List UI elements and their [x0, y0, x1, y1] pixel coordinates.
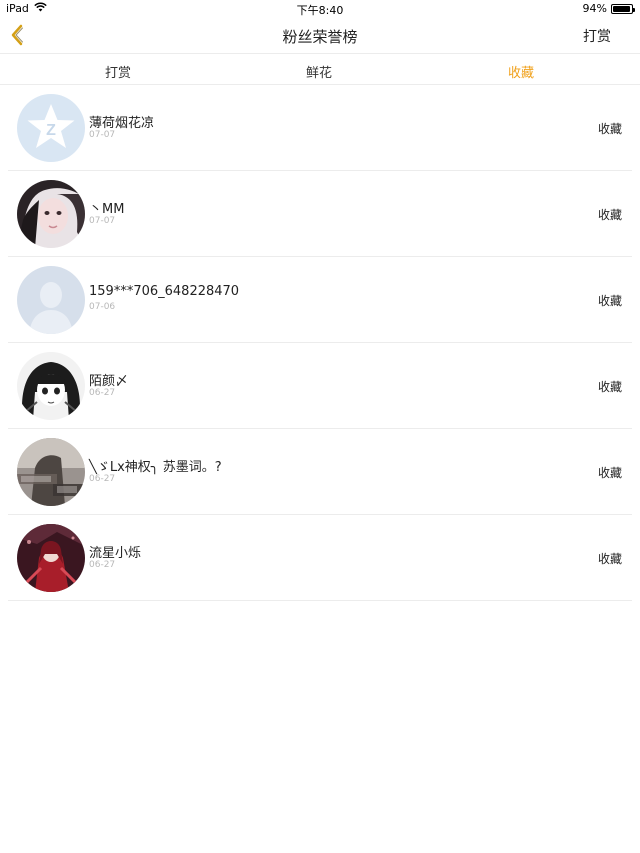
photo-icon [17, 180, 85, 248]
favorite-action[interactable]: 收藏 [598, 464, 622, 481]
favorite-action[interactable]: 收藏 [598, 550, 622, 567]
fan-name: 159***706_648228470 [89, 284, 240, 299]
avatar [17, 524, 85, 592]
status-time: 下午8:40 [296, 4, 344, 17]
avatar [17, 438, 85, 506]
fan-name: 流星小烁 [89, 546, 142, 561]
favorite-action[interactable]: 收藏 [598, 206, 622, 223]
favorite-action[interactable]: 收藏 [598, 378, 622, 395]
favorite-action[interactable]: 收藏 [598, 120, 622, 137]
fan-name: 丶MM [89, 202, 125, 217]
battery-percent: 94% [582, 2, 607, 15]
favorite-action[interactable]: 收藏 [598, 292, 622, 309]
fan-date: 07-06 [89, 302, 116, 312]
tip-button[interactable]: 打赏 [583, 26, 611, 46]
photo-icon [17, 438, 85, 506]
list-item[interactable]: 陌颜〆 06-27 收藏 [8, 343, 632, 429]
list-item[interactable]: ╲ゞLx神权╮ 苏墨词。? 06-27 收藏 [8, 429, 632, 515]
tab-flowers[interactable]: 鲜花 [289, 62, 349, 81]
status-right: 94% [582, 2, 635, 15]
manga-portrait-icon [17, 352, 85, 420]
tab-bar: 打赏 鲜花 收藏 [0, 53, 640, 85]
fan-name: 陌颜〆 [89, 374, 129, 389]
list-item[interactable]: Z 薄荷烟花凉 07-07 收藏 [8, 85, 632, 171]
svg-text:Z: Z [46, 122, 56, 139]
list-item[interactable]: 流星小烁 06-27 收藏 [8, 515, 632, 601]
list-item[interactable]: 159***706_648228470 07-06 收藏 [8, 257, 632, 343]
tab-tip[interactable]: 打赏 [88, 62, 148, 81]
avatar [17, 352, 85, 420]
fan-date: 07-07 [89, 216, 116, 226]
default-person-icon [17, 266, 85, 334]
fan-name: ╲ゞLx神权╮ 苏墨词。? [89, 460, 222, 475]
fan-date: 06-27 [89, 560, 116, 570]
avatar: Z [17, 94, 85, 162]
illustration-icon [17, 524, 85, 592]
fan-date: 06-27 [89, 388, 116, 398]
avatar [17, 180, 85, 248]
page-title: 粉丝荣誉榜 [282, 28, 358, 46]
fan-date: 07-07 [89, 130, 116, 140]
battery-icon [611, 3, 635, 14]
fan-list: Z 薄荷烟花凉 07-07 收藏 丶MM 07-07 收藏 159***706_… [8, 85, 632, 601]
status-bar: iPad 下午8:40 94% [0, 0, 640, 18]
fan-name: 薄荷烟花凉 [89, 116, 155, 131]
qq-star-icon: Z [17, 94, 85, 162]
fan-date: 06-27 [89, 474, 116, 484]
tab-favorites[interactable]: 收藏 [491, 62, 551, 81]
avatar [17, 266, 85, 334]
navigation-bar: 粉丝荣誉榜 打赏 [0, 18, 640, 52]
list-item[interactable]: 丶MM 07-07 收藏 [8, 171, 632, 257]
